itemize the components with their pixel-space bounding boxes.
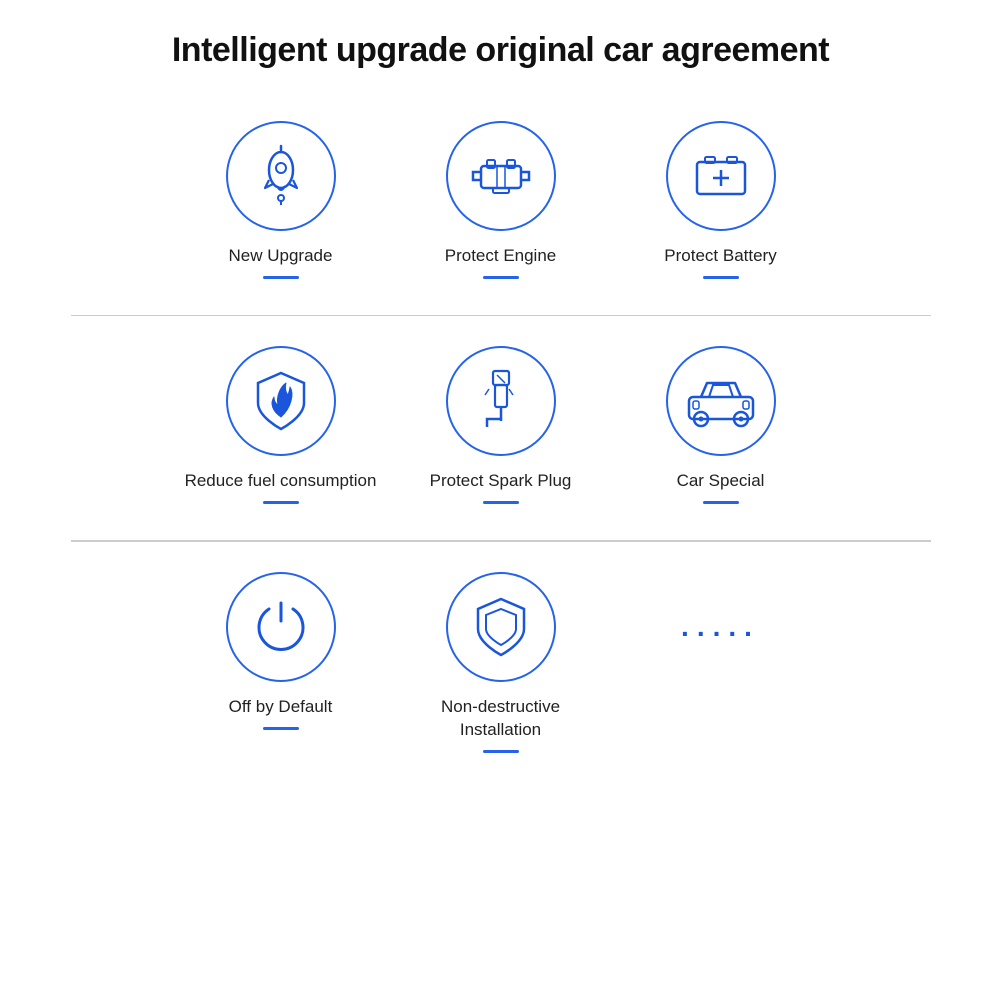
off-default-icon-circle [226,572,336,682]
car-icon [685,375,757,427]
dots-display: ..... [681,572,760,682]
protect-battery-label: Protect Battery [664,245,776,268]
new-upgrade-label: New Upgrade [229,245,333,268]
feature-dots: ..... [611,562,831,769]
feature-protect-engine: Protect Engine [391,111,611,295]
car-special-underline [703,501,739,504]
protect-battery-underline [703,276,739,279]
reduce-fuel-icon-circle [226,346,336,456]
spark-plug-icon [475,367,527,435]
feature-row-3: Off by Default Non-destructive Installat… [71,562,931,769]
battery-icon [693,150,749,202]
new-upgrade-icon-circle [226,121,336,231]
protect-engine-underline [483,276,519,279]
feature-row-1: New Upgrade Protect Engine [71,111,931,295]
rocket-icon [251,142,311,210]
new-upgrade-underline [263,276,299,279]
car-special-label: Car Special [677,470,765,493]
protect-spark-label: Protect Spark Plug [430,470,572,493]
feature-protect-spark: Protect Spark Plug [391,336,611,520]
protect-battery-icon-circle [666,121,776,231]
car-special-icon-circle [666,346,776,456]
shield-outline-icon [472,595,530,659]
page-title: Intelligent upgrade original car agreeme… [172,30,829,71]
non-destructive-icon-circle [446,572,556,682]
shield-flame-icon [252,369,310,433]
reduce-fuel-underline [263,501,299,504]
dots-text: ..... [681,611,760,643]
feature-car-special: Car Special [611,336,831,520]
feature-reduce-fuel: Reduce fuel consumption [171,336,391,520]
protect-engine-icon-circle [446,121,556,231]
off-default-label: Off by Default [229,696,333,719]
feature-off-default: Off by Default [171,562,391,769]
reduce-fuel-label: Reduce fuel consumption [185,470,377,493]
divider-1 [71,315,931,317]
non-destructive-underline [483,750,519,753]
off-default-underline [263,727,299,730]
protect-engine-label: Protect Engine [445,245,557,268]
feature-new-upgrade: New Upgrade [171,111,391,295]
feature-row-2: Reduce fuel consumption [71,336,931,520]
protect-spark-icon-circle [446,346,556,456]
feature-non-destructive: Non-destructive Installation [391,562,611,769]
feature-protect-battery: Protect Battery [611,111,831,295]
protect-spark-underline [483,501,519,504]
engine-icon [467,154,535,198]
non-destructive-label: Non-destructive Installation [401,696,601,742]
divider-2 [71,540,931,542]
power-icon [251,597,311,657]
